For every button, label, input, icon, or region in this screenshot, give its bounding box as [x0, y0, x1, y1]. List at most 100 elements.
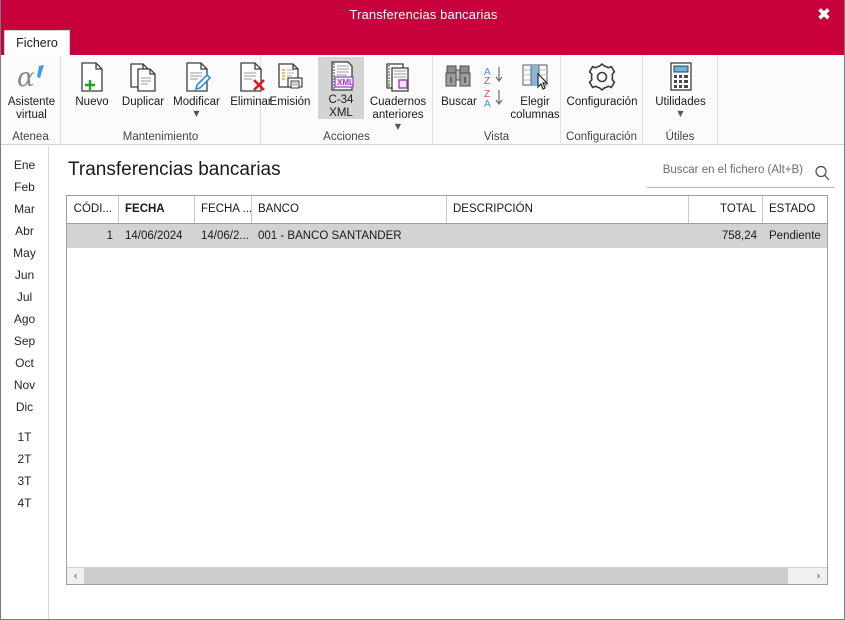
- sidebar-item-3t[interactable]: 3T: [1, 470, 48, 492]
- ribbon-button-duplicar[interactable]: Duplicar: [117, 57, 169, 109]
- window-title: Transferencias bancarias: [349, 7, 498, 22]
- period-sidebar: Ene Feb Mar Abr May Jun Jul Ago Sep Oct …: [1, 146, 49, 619]
- cell-fecha2: 14/06/2...: [201, 230, 249, 242]
- chevron-down-icon[interactable]: ▼: [193, 110, 199, 118]
- ribbon-button-modificar[interactable]: Modificar ▼: [169, 57, 224, 118]
- scrollbar-track[interactable]: [84, 568, 810, 584]
- cell-total: 758,24: [721, 230, 757, 242]
- choose-columns-icon: [519, 60, 551, 94]
- data-grid: CÓDI... FECHA FECHA ... BANCO DESCRIPCIÓ…: [66, 195, 828, 585]
- search-input[interactable]: Buscar en el fichero (Alt+B): [663, 164, 803, 176]
- sidebar-item-mar[interactable]: Mar: [1, 198, 48, 220]
- content-area: Transferencias bancarias Buscar en el fi…: [50, 146, 844, 619]
- ribbon-group-label-acciones: Acciones: [323, 131, 370, 143]
- scroll-left-arrow-icon[interactable]: ‹: [67, 568, 84, 584]
- ribbon-tab-strip: Fichero: [1, 30, 844, 55]
- column-header-fecha[interactable]: FECHA: [119, 196, 195, 223]
- sidebar-item-may[interactable]: May: [1, 242, 48, 264]
- search-icon[interactable]: [813, 164, 831, 182]
- ribbon-group-label-utiles: Útiles: [665, 131, 695, 143]
- calculator-icon: [667, 60, 695, 94]
- ribbon-button-ordenar[interactable]: A Z Z A: [483, 61, 507, 112]
- cell-estado: Pendiente: [769, 230, 821, 242]
- column-header-fecha2[interactable]: FECHA ...: [195, 196, 252, 223]
- ribbon-button-label: Configuración: [566, 96, 638, 108]
- column-header-estado[interactable]: ESTADO: [763, 196, 827, 223]
- cell-codigo: 1: [106, 230, 113, 242]
- column-header-codigo[interactable]: CÓDI...: [67, 196, 119, 223]
- column-header-total[interactable]: TOTAL: [689, 196, 763, 223]
- ribbon-group-acciones: Emisión XML C-34 XML Cuadernos anteriore…: [261, 55, 433, 145]
- ribbon-button-label: Modificar: [173, 96, 220, 108]
- horizontal-scrollbar[interactable]: ‹ ›: [67, 567, 827, 584]
- sidebar-divider: [1, 418, 48, 426]
- sidebar-item-oct[interactable]: Oct: [1, 352, 48, 374]
- sidebar-item-sep[interactable]: Sep: [1, 330, 48, 352]
- ribbon-group-label-atenea: Atenea: [12, 131, 49, 143]
- svg-text:XML: XML: [337, 78, 354, 87]
- svg-text:Z: Z: [484, 76, 490, 87]
- grid-body: 1 14/06/2024 14/06/2... 001 - BANCO SANT…: [67, 224, 827, 564]
- ribbon-button-emision[interactable]: Emisión: [264, 57, 316, 109]
- table-row[interactable]: 1 14/06/2024 14/06/2... 001 - BANCO SANT…: [67, 224, 827, 248]
- gear-icon: [586, 60, 618, 94]
- ribbon-toolbar: α Asistente virtual Atenea Nuevo Duplica…: [1, 55, 844, 145]
- sidebar-item-jun[interactable]: Jun: [1, 264, 48, 286]
- ribbon-button-nuevo[interactable]: Nuevo: [69, 57, 115, 109]
- ribbon-group-label-mantenimiento: Mantenimiento: [122, 131, 199, 143]
- search-box[interactable]: Buscar en el fichero (Alt+B): [647, 162, 835, 188]
- chevron-down-icon[interactable]: ▼: [395, 123, 401, 131]
- sidebar-item-dic[interactable]: Dic: [1, 396, 48, 418]
- scrollbar-thumb[interactable]: [84, 568, 789, 584]
- ribbon-button-configuracion[interactable]: Configuración: [564, 57, 640, 109]
- ribbon-button-cuadernos-anteriores[interactable]: Cuadernos anteriores ▼: [366, 57, 430, 131]
- ribbon-button-label: Nuevo: [75, 96, 109, 108]
- ribbon-button-asistente-virtual[interactable]: α Asistente virtual: [4, 57, 59, 122]
- ribbon-button-elegir-columnas[interactable]: Elegir columnas: [509, 57, 561, 122]
- notebooks-icon: [382, 60, 414, 94]
- close-icon[interactable]: ✖: [806, 0, 842, 30]
- tab-fichero[interactable]: Fichero: [4, 30, 70, 55]
- ribbon-button-utilidades[interactable]: Utilidades ▼: [646, 57, 715, 118]
- duplicate-document-icon: [128, 60, 158, 94]
- ribbon-group-vista: Buscar A Z Z A Elegir columnas Vista: [433, 55, 561, 145]
- sidebar-item-1t[interactable]: 1T: [1, 426, 48, 448]
- scroll-right-arrow-icon[interactable]: ›: [810, 568, 827, 584]
- ribbon-group-utiles: Utilidades ▼ Útiles: [643, 55, 718, 145]
- sidebar-item-nov[interactable]: Nov: [1, 374, 48, 396]
- binoculars-icon: [443, 60, 475, 94]
- sidebar-item-feb[interactable]: Feb: [1, 176, 48, 198]
- ribbon-button-label: Asistente virtual: [7, 96, 56, 121]
- svg-text:A: A: [484, 99, 491, 110]
- sort-az-za-icon: A Z Z A: [483, 64, 507, 112]
- ribbon-button-label: C-34 XML: [328, 94, 354, 119]
- application-window: Transferencias bancarias ✖ Fichero α Asi…: [0, 0, 845, 620]
- grid-header-row: CÓDI... FECHA FECHA ... BANCO DESCRIPCIÓ…: [67, 196, 827, 224]
- column-header-banco[interactable]: BANCO: [252, 196, 447, 223]
- ribbon-group-mantenimiento: Nuevo Duplicar Modificar ▼ Eliminar Mant…: [61, 55, 272, 145]
- alpha-logo-icon: α: [15, 60, 49, 94]
- ribbon-button-c34-xml[interactable]: XML C-34 XML: [318, 57, 364, 119]
- sidebar-item-ago[interactable]: Ago: [1, 308, 48, 330]
- sidebar-item-4t[interactable]: 4T: [1, 492, 48, 514]
- ribbon-group-configuracion: Configuración Configuración: [561, 55, 643, 145]
- print-document-icon: [275, 60, 305, 94]
- ribbon-group-atenea: α Asistente virtual Atenea: [1, 55, 61, 145]
- ribbon-group-label-vista: Vista: [483, 131, 510, 143]
- chevron-down-icon[interactable]: ▼: [677, 110, 683, 118]
- ribbon-button-label: Buscar: [441, 96, 477, 108]
- sidebar-item-jul[interactable]: Jul: [1, 286, 48, 308]
- new-document-icon: [77, 60, 107, 94]
- column-header-descripcion[interactable]: DESCRIPCIÓN: [447, 196, 689, 223]
- sidebar-item-2t[interactable]: 2T: [1, 448, 48, 470]
- cell-descripcion: [447, 224, 689, 248]
- xml-document-icon: XML: [326, 60, 356, 92]
- title-bar: Transferencias bancarias ✖: [1, 0, 844, 30]
- cell-fecha: 14/06/2024: [125, 230, 183, 242]
- sidebar-item-ene[interactable]: Ene: [1, 154, 48, 176]
- edit-document-icon: [182, 60, 212, 94]
- page-title: Transferencias bancarias: [68, 159, 281, 180]
- ribbon-button-label: Emisión: [269, 96, 311, 108]
- sidebar-item-abr[interactable]: Abr: [1, 220, 48, 242]
- ribbon-button-buscar[interactable]: Buscar: [436, 57, 482, 109]
